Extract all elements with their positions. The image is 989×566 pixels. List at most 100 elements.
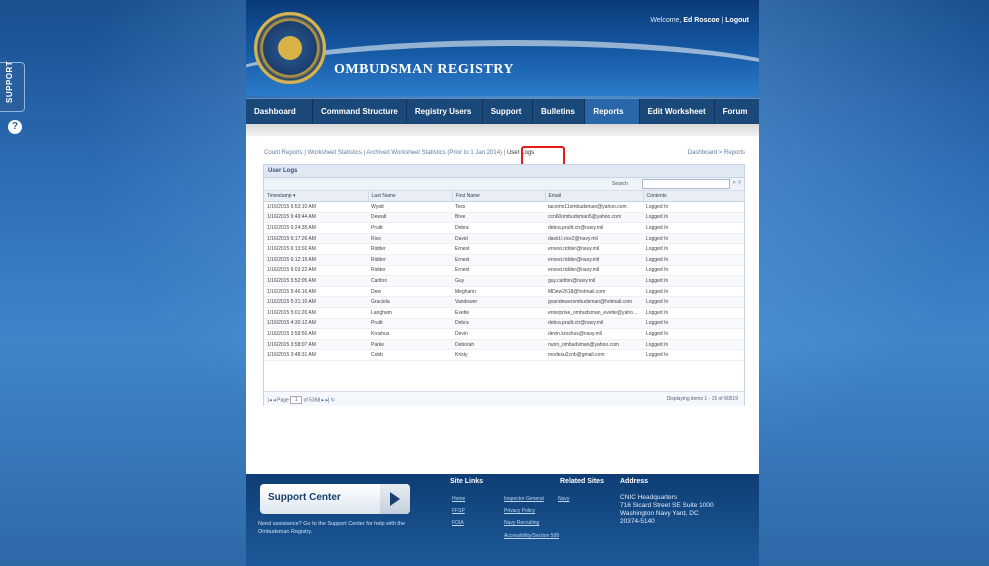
table-cell: Evette [452,307,545,319]
table-cell: Dew [368,286,452,298]
refresh-icon[interactable]: ↻ [331,397,335,403]
search-input[interactable] [642,179,730,189]
user-name: Ed Roscoe [683,17,720,24]
support-tab[interactable]: SUPPORT [0,61,25,112]
tab-support[interactable]: Support [483,99,534,125]
table-row[interactable]: 1/16/2015 6:03:22 AM Ridder Ernest ernest.r… [264,265,744,277]
table-cell: guy.carlton@navy.mil [545,275,643,287]
table-row[interactable]: 1/16/2015 3:48:31 AM Cobb Kristy modesu2cnb… [264,349,744,361]
col-last-name[interactable]: Last Name [368,191,453,202]
footer-link-navy[interactable]: Navy [558,496,569,502]
table-cell: ernest.ridder@navy.mil [545,254,643,266]
table-cell: 1/16/2015 6:03:22 AM [264,265,368,277]
footer-link-home[interactable]: Home [452,496,465,502]
table-row[interactable]: 1/16/2015 5:31:10 AM Graciela Vandewer gvan… [264,296,744,308]
search-label: Search [612,181,628,187]
footer-link-privacy-policy[interactable]: Privacy Policy [504,508,535,514]
table-cell: Logged In [643,243,744,255]
table-cell: Logged In [643,275,744,287]
table-row[interactable]: 1/16/2015 5:52:05 AM Carlton Guy guy.carlto… [264,275,744,287]
breadcrumb-dashboard[interactable]: Dashboard [688,150,717,156]
table-cell: Ernest [452,243,545,255]
page-input[interactable]: 1 [290,396,303,404]
help-icon[interactable]: ? [8,120,22,134]
support-center-button[interactable]: Support Center [260,484,410,514]
footer-link-navy-recruiting[interactable]: Navy Recruiting [504,520,539,526]
arrow-right-icon [380,484,410,514]
table-cell: Debra [452,318,545,330]
table-cell: Devin [452,328,545,340]
table-cell: Graciela [368,296,452,308]
table-row[interactable]: 1/16/2015 5:46:16 AM Dew Meghann MDew2618@h… [264,286,744,298]
panel-title: User Logs [264,165,744,178]
footer-link-inspector-general[interactable]: Inspector General [504,496,544,502]
pager-status: Displaying items 1 - 15 of 80519 [666,396,738,402]
table-cell: Ernest [452,254,545,266]
table-cell: 1/16/2015 6:53:10 AM [264,201,368,213]
tab-reports[interactable]: Reports [585,99,640,125]
table-row[interactable]: 1/16/2015 3:59:50 AM Kroshus Devin devin.kr… [264,328,744,340]
table-cell: 1/16/2015 6:49:44 AM [264,212,368,224]
address-block: CNIC Headquarters 716 Sicard Street SE S… [620,494,714,526]
table-cell: Kroshus [368,328,452,340]
table-cell: Logged In [643,265,744,277]
table-row[interactable]: 1/16/2015 6:17:26 AM Rice David david.l.ric… [264,233,744,245]
footer-link-accessibility[interactable]: Accessibility/Section 508 [504,532,564,540]
table-cell: Logged In [643,222,744,234]
first-page-icon[interactable]: |◂ [268,397,272,403]
address-title: Address [620,478,649,485]
footer-link-foia[interactable]: FOIA [452,520,464,526]
footer-link-ffsp[interactable]: FFSP [452,508,465,514]
content-area: Count Reports | Worksheet Statistics | A… [246,124,759,474]
support-center-label: Support Center [268,492,341,503]
tab-forum[interactable]: Forum [715,99,759,125]
navy-seal-logo [254,12,326,84]
table-row[interactable]: 1/16/2015 3:58:07 AM Parke Deborah nunn_omb… [264,339,744,351]
col-timestamp[interactable]: Timestamp ▾ [264,191,369,202]
table-cell: 1/16/2015 6:17:26 AM [264,233,368,245]
next-page-icon[interactable]: ▸ [322,397,325,403]
table-row[interactable]: 1/16/2015 6:12:19 AM Ridder Ernest ernest.r… [264,254,744,266]
table-cell: Dewalt [368,212,452,224]
table-cell: enterprise_ombudsman_evette@yahoo.com [545,307,643,319]
logout-link[interactable]: Logout [725,17,749,24]
table-cell: Ridder [368,243,452,255]
subnav-sep: | [503,150,506,156]
table-cell: Wyatt [368,201,452,213]
search-icon[interactable]: ✕ ⚲ [732,180,741,186]
col-first-name[interactable]: First Name [452,191,546,202]
tab-registry-users[interactable]: Registry Users [407,99,483,125]
table-cell: Rice [368,233,452,245]
col-email[interactable]: Email [545,191,644,202]
address-line: 716 Sicard Street SE Suite 1000 [620,502,714,509]
table-cell: Carlton [368,275,452,287]
col-contents[interactable]: Contents [643,191,745,202]
table-cell: 1/16/2015 5:31:10 AM [264,296,368,308]
table-cell: nunn_ombudsman@yahoo.com [545,339,643,351]
table-cell: modesu2cnb@gmail.com [545,349,643,361]
main-frame: Welcome, Ed Roscoe | Logout OMBUDSMAN RE… [246,0,759,566]
subnav-archived-statistics[interactable]: Archived Worksheet Statistics (Prior to … [366,150,502,156]
page-label: Page [277,397,289,404]
pager: |◂ ◂ Page 1 of 5368 ▸ ▸| ↻ Displaying it… [264,391,744,406]
table-body: 1/16/2015 6:53:10 AM Wyatt Tess tacomn11omb… [264,201,744,361]
tab-dashboard[interactable]: Dashboard [246,99,313,125]
table-cell: Guy [452,275,545,287]
table-row[interactable]: 1/16/2015 6:13:02 AM Ridder Ernest ernest.r… [264,243,744,255]
last-page-icon[interactable]: ▸| [326,397,330,403]
subnav-worksheet-statistics[interactable]: Worksheet Statistics [308,150,362,156]
table-row[interactable]: 1/16/2015 4:30:12 AM Pruitt Debra debra.pru… [264,318,744,330]
tab-bulletins[interactable]: Bulletins [533,99,586,125]
table-row[interactable]: 1/16/2015 6:49:44 AM Dewalt Bree ccn60ombud… [264,212,744,224]
table-row[interactable]: 1/16/2015 6:24:35 AM Pruitt Debra debra.pru… [264,222,744,234]
table-cell: Logged In [643,233,744,245]
tab-command-structure[interactable]: Command Structure [313,99,407,125]
table-cell: tacomn11ombudsman@yahoo.com [545,201,643,213]
table-row[interactable]: 1/16/2015 5:01:20 AM Langham Evette enterpr… [264,307,744,319]
tab-edit-worksheet[interactable]: Edit Worksheet [640,99,715,125]
table-row[interactable]: 1/16/2015 6:53:10 AM Wyatt Tess tacomn11omb… [264,201,744,213]
subnav-count-reports[interactable]: Count Reports [264,150,303,156]
table-cell: Ridder [368,254,452,266]
pager-controls: |◂ ◂ Page 1 of 5368 ▸ ▸| ↻ [268,396,335,404]
prev-page-icon[interactable]: ◂ [273,397,276,403]
